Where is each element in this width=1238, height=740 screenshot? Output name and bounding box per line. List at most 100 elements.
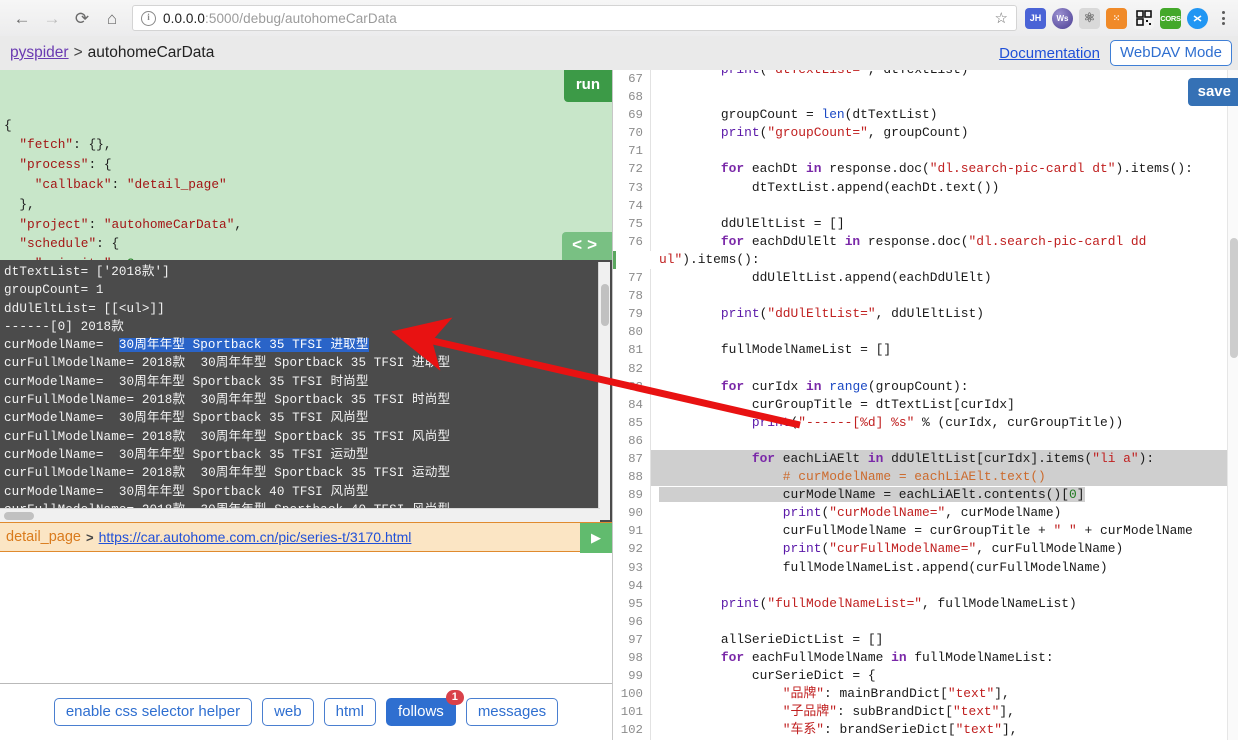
code-line[interactable]: 99 curSerieDict = { xyxy=(613,667,1238,686)
tab-html[interactable]: html xyxy=(323,698,376,726)
code-line[interactable]: 78 xyxy=(613,287,1238,306)
back-arrow-icon[interactable]: ← xyxy=(8,4,36,32)
code-line[interactable]: 83 for curIdx in range(groupCount): xyxy=(613,377,1238,396)
code-line-text[interactable]: curSerieDict = { xyxy=(651,667,1238,685)
code-line-text[interactable]: fullModelNameList.append(curFullModelNam… xyxy=(651,559,1238,577)
code-editor-panel[interactable]: 67 print("dtTextList=", dtTextList)6869 … xyxy=(612,70,1238,740)
code-line[interactable]: 87 for eachLiAElt in ddUlEltList[curIdx]… xyxy=(613,449,1238,469)
forward-arrow-icon[interactable]: → xyxy=(38,4,66,32)
prev-task-button[interactable]: < xyxy=(572,235,587,254)
code-line-text[interactable]: dtTextList.append(eachDt.text()) xyxy=(651,179,1238,197)
code-line[interactable]: 98 for eachFullModelName in fullModelNam… xyxy=(613,649,1238,668)
code-line[interactable]: 97 allSerieDictList = [] xyxy=(613,630,1238,649)
code-line-text[interactable]: for eachDdUlElt in response.doc("dl.sear… xyxy=(651,233,1238,269)
run-button[interactable]: run xyxy=(563,70,612,102)
code-line[interactable]: 73 dtTextList.append(eachDt.text()) xyxy=(613,178,1238,197)
code-line[interactable]: 100 "品牌": mainBrandDict["text"], xyxy=(613,685,1238,704)
code-line-text[interactable]: ddUlEltList.append(eachDdUlElt) xyxy=(651,269,1238,287)
code-line[interactable]: 70 print("groupCount=", groupCount) xyxy=(613,124,1238,143)
code-line[interactable]: 84 curGroupTitle = dtTextList[curIdx] xyxy=(613,395,1238,414)
code-line[interactable]: 82 xyxy=(613,359,1238,378)
code-line-text[interactable]: for curIdx in range(groupCount): xyxy=(651,378,1238,396)
console-vertical-scroll-thumb[interactable] xyxy=(600,284,609,326)
code-line[interactable]: 74 xyxy=(613,196,1238,215)
code-line[interactable]: 69 groupCount = len(dtTextList) xyxy=(613,106,1238,125)
enable-css-selector-helper-button[interactable]: enable css selector helper xyxy=(53,698,253,726)
code-line-text[interactable]: fullModelNameList = [] xyxy=(651,341,1238,359)
jh-extension-icon[interactable]: JH xyxy=(1025,7,1046,29)
console-horizontal-scroll-thumb[interactable] xyxy=(4,512,34,520)
console-output-panel[interactable]: dtTextList= ['2018款'] groupCount= 1 ddUlEl… xyxy=(0,260,612,522)
code-line-text[interactable]: for eachDt in response.doc("dl.search-pi… xyxy=(651,160,1238,178)
console-vertical-scrollbar[interactable] xyxy=(598,262,610,520)
code-line-text[interactable]: print("ddUlEltList=", ddUlEltList) xyxy=(651,305,1238,323)
code-line-text[interactable]: "子品牌": subBrandDict["text"], xyxy=(651,703,1238,721)
code-line[interactable]: 93 fullModelNameList.append(curFullModel… xyxy=(613,558,1238,577)
code-line[interactable]: 102 "车系": brandSerieDict["text"], xyxy=(613,721,1238,740)
code-line[interactable]: 79 print("ddUlEltList=", ddUlEltList) xyxy=(613,305,1238,324)
code-line-text[interactable]: print("dtTextList=", dtTextList) xyxy=(651,70,1238,79)
code-line-text[interactable]: "车系": brandSerieDict["text"], xyxy=(651,721,1238,739)
callback-url-link[interactable]: https://car.autohome.com.cn/pic/series-t… xyxy=(99,529,412,545)
code-line[interactable]: 80 xyxy=(613,323,1238,342)
code-line[interactable]: 101 "子品牌": subBrandDict["text"], xyxy=(613,703,1238,722)
code-line[interactable]: 90 print("curModelName=", curModelName) xyxy=(613,504,1238,523)
code-line-text[interactable]: print("------[%d] %s" % (curIdx, curGrou… xyxy=(651,414,1238,432)
console-selected-text[interactable]: 30周年年型 Sportback 35 TFSI 进取型 xyxy=(118,338,369,353)
kebab-menu-icon[interactable] xyxy=(1212,11,1238,25)
code-line[interactable]: 92 print("curFullModelName=", curFullMod… xyxy=(613,540,1238,559)
code-line[interactable]: 68 xyxy=(613,88,1238,107)
code-line[interactable]: 71 xyxy=(613,142,1238,161)
code-line[interactable]: 89 curModelName = eachLiAElt.contents()[… xyxy=(613,486,1238,505)
task-json-panel[interactable]: { "fetch": {}, "process": { "callback": … xyxy=(0,70,612,260)
code-line-text[interactable]: print("curModelName=", curModelName) xyxy=(651,504,1238,522)
play-icon[interactable]: ▶ xyxy=(580,523,612,553)
code-line-text[interactable]: groupCount = len(dtTextList) xyxy=(651,106,1238,124)
next-task-button[interactable]: > xyxy=(587,235,602,254)
code-line[interactable]: 77 ddUlEltList.append(eachDdUlElt) xyxy=(613,269,1238,288)
code-line-text[interactable]: print("groupCount=", groupCount) xyxy=(651,124,1238,142)
code-line[interactable]: 95 print("fullModelNameList=", fullModel… xyxy=(613,594,1238,613)
code-line[interactable]: 75 ddUlEltList = [] xyxy=(613,214,1238,233)
cors-extension-icon[interactable]: CORS xyxy=(1160,7,1181,29)
code-line-text[interactable]: for eachFullModelName in fullModelNameLi… xyxy=(651,649,1238,667)
orange-extension-icon[interactable]: ⁙ xyxy=(1106,7,1127,29)
code-line-text[interactable]: # curModelName = eachLiAElt.text() xyxy=(651,468,1238,487)
code-line-text[interactable]: "品牌": mainBrandDict["text"], xyxy=(651,685,1238,703)
save-button[interactable]: save xyxy=(1187,78,1238,106)
code-lines[interactable]: 67 print("dtTextList=", dtTextList)6869 … xyxy=(613,70,1238,740)
blue-extension-icon[interactable] xyxy=(1187,7,1208,29)
webdav-mode-button[interactable]: WebDAV Mode xyxy=(1110,40,1232,66)
code-line[interactable]: 88 # curModelName = eachLiAElt.text() xyxy=(613,468,1238,487)
console-horizontal-scrollbar[interactable] xyxy=(0,508,600,522)
star-icon[interactable]: ☆ xyxy=(985,9,1008,27)
code-line[interactable]: 96 xyxy=(613,612,1238,631)
editor-vertical-scroll-thumb[interactable] xyxy=(1229,238,1238,358)
code-line-text[interactable]: allSerieDictList = [] xyxy=(651,631,1238,649)
code-line-text[interactable]: curFullModelName = curGroupTitle + " " +… xyxy=(651,522,1238,540)
code-line-text[interactable]: curGroupTitle = dtTextList[curIdx] xyxy=(651,396,1238,414)
home-icon[interactable]: ⌂ xyxy=(98,4,126,32)
info-circle-icon[interactable]: i xyxy=(141,10,156,26)
code-line[interactable]: 72 for eachDt in response.doc("dl.search… xyxy=(613,160,1238,179)
reload-icon[interactable]: ⟳ xyxy=(68,4,96,32)
code-line-text[interactable]: for eachLiAElt in ddUlEltList[curIdx].it… xyxy=(651,449,1238,469)
address-bar[interactable]: i 0.0.0.0:5000/debug/autohomeCarData ☆ xyxy=(132,5,1017,31)
code-line-text[interactable]: print("fullModelNameList=", fullModelNam… xyxy=(651,595,1238,613)
code-line-text[interactable]: ddUlEltList = [] xyxy=(651,215,1238,233)
task-nav-controls[interactable]: <> xyxy=(562,232,612,260)
tab-follows[interactable]: follows 1 xyxy=(385,690,464,726)
pyspider-home-link[interactable]: pyspider xyxy=(10,44,69,62)
code-line[interactable]: 81 fullModelNameList = [] xyxy=(613,341,1238,360)
code-line-text[interactable]: curModelName = eachLiAElt.contents()[0] xyxy=(651,486,1238,504)
tab-web[interactable]: web xyxy=(262,698,314,726)
documentation-link[interactable]: Documentation xyxy=(999,45,1100,62)
code-line-text[interactable]: print("curFullModelName=", curFullModelN… xyxy=(651,540,1238,558)
tab-messages[interactable]: messages xyxy=(465,698,559,726)
qr-code-extension-icon[interactable] xyxy=(1133,7,1154,29)
react-devtools-icon[interactable]: ⚛ xyxy=(1079,7,1100,29)
code-line[interactable]: 86 xyxy=(613,431,1238,450)
editor-vertical-scrollbar[interactable] xyxy=(1227,70,1238,740)
code-line[interactable]: 76 for eachDdUlElt in response.doc("dl.s… xyxy=(613,232,1238,269)
code-line[interactable]: 94 xyxy=(613,576,1238,595)
